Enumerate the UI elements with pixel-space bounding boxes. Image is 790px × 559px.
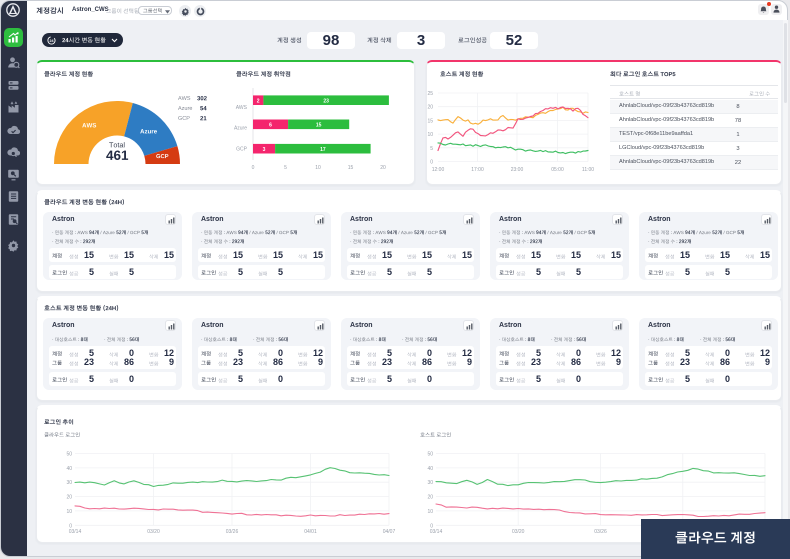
svg-text:5: 5	[430, 146, 433, 152]
svg-text:40: 40	[66, 466, 72, 472]
svg-text:10: 10	[427, 509, 433, 515]
svg-text:12:00: 12:00	[432, 167, 445, 173]
svg-text:03/14: 03/14	[430, 529, 443, 535]
svg-text:0: 0	[430, 160, 433, 166]
svg-text:17: 17	[320, 147, 326, 153]
svg-text:17:00: 17:00	[471, 167, 484, 173]
svg-text:24: 24	[50, 39, 54, 43]
svg-text:50: 50	[427, 452, 433, 458]
svg-text:15: 15	[348, 165, 354, 171]
svg-text:25: 25	[427, 91, 433, 97]
svg-text:2: 2	[257, 98, 260, 104]
svg-text:03/20: 03/20	[512, 529, 525, 535]
svg-text:11:00: 11:00	[582, 167, 594, 173]
svg-text:04/07: 04/07	[383, 529, 396, 535]
svg-text:30: 30	[427, 480, 433, 486]
svg-text:GCP: GCP	[236, 147, 248, 153]
svg-text:5: 5	[284, 165, 287, 171]
svg-text:AWS: AWS	[236, 105, 248, 111]
svg-text:04/01: 04/01	[304, 529, 317, 535]
svg-text:6: 6	[269, 123, 272, 129]
svg-text:50: 50	[66, 452, 72, 458]
svg-text:10: 10	[427, 132, 433, 138]
svg-text:03/20: 03/20	[147, 529, 160, 535]
svg-text:3: 3	[263, 147, 266, 153]
svg-text:20: 20	[380, 165, 386, 171]
svg-text:23: 23	[323, 98, 329, 104]
svg-text:0: 0	[252, 165, 255, 171]
svg-text:03/14: 03/14	[69, 529, 82, 535]
svg-text:03/26: 03/26	[594, 529, 607, 535]
svg-text:10: 10	[315, 165, 321, 171]
svg-text:20: 20	[427, 105, 433, 111]
svg-text:Azure: Azure	[234, 126, 247, 132]
svg-text:03/26: 03/26	[226, 529, 239, 535]
svg-text:15: 15	[316, 123, 322, 129]
svg-text:40: 40	[427, 466, 433, 472]
svg-text:05:00: 05:00	[551, 167, 564, 173]
svg-text:20: 20	[66, 495, 72, 501]
svg-text:15: 15	[427, 118, 433, 124]
svg-text:10: 10	[66, 509, 72, 515]
svg-text:23:00: 23:00	[511, 167, 524, 173]
svg-text:30: 30	[66, 480, 72, 486]
svg-text:20: 20	[427, 495, 433, 501]
